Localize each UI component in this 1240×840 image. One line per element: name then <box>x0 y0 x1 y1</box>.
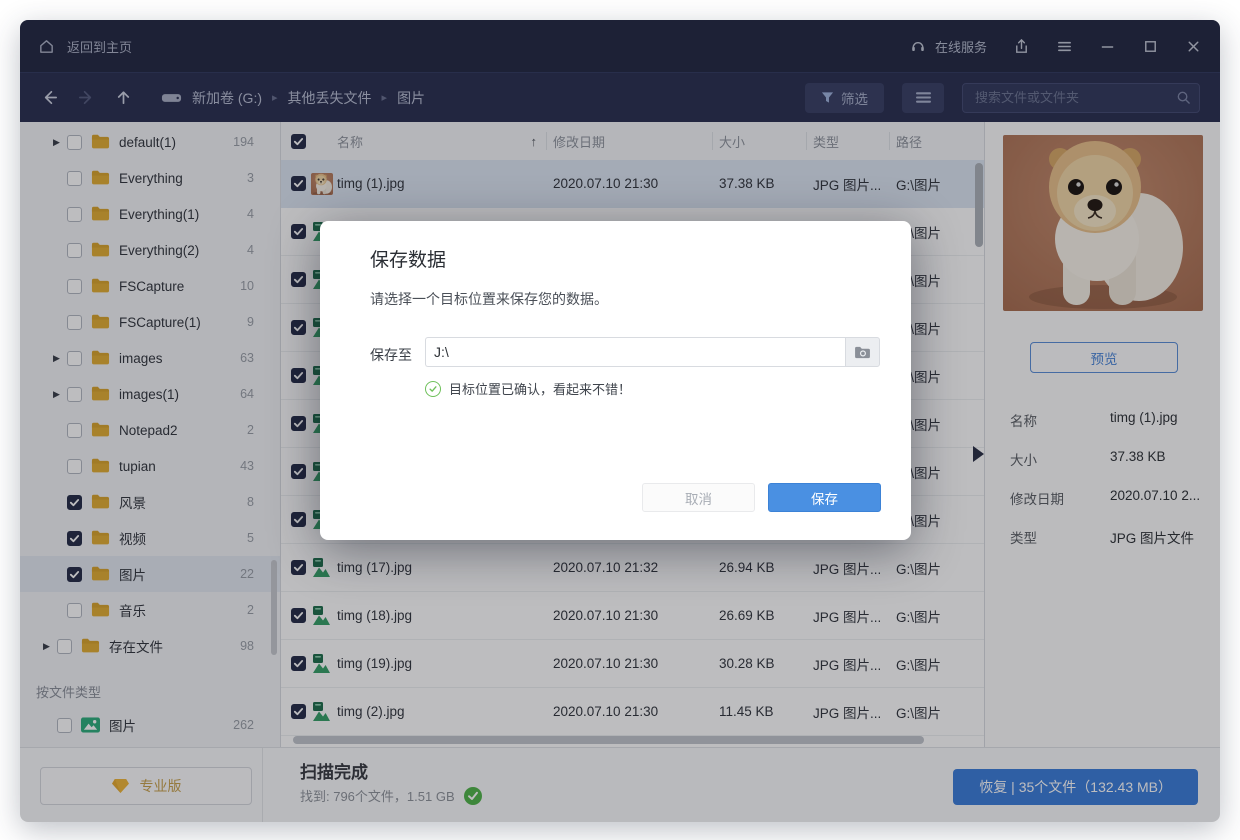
browse-folder-icon <box>854 346 871 359</box>
save-path-input[interactable] <box>425 337 845 367</box>
save-to-label: 保存至 <box>370 345 412 365</box>
browse-button[interactable] <box>845 337 880 367</box>
dialog-title: 保存数据 <box>370 245 446 272</box>
location-ok-icon <box>425 381 441 397</box>
save-button[interactable]: 保存 <box>768 483 881 512</box>
dialog-subtitle: 请选择一个目标位置来保存您的数据。 <box>370 289 608 309</box>
save-data-dialog: 保存数据 请选择一个目标位置来保存您的数据。 保存至 目标位置已确认，看起来不错… <box>320 221 911 540</box>
location-ok-text: 目标位置已确认，看起来不错！ <box>449 379 631 398</box>
cancel-button[interactable]: 取消 <box>642 483 755 512</box>
app-window: 返回到主页 在线服务 <box>20 20 1220 822</box>
